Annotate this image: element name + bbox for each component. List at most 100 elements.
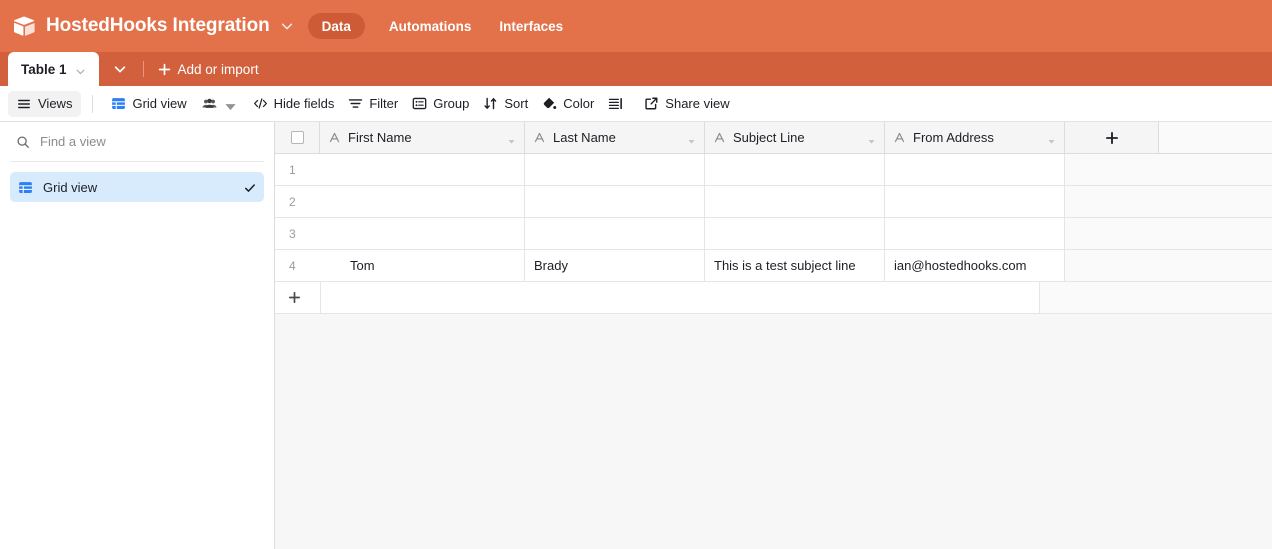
cell-first-name[interactable] <box>320 154 525 185</box>
row-tail <box>1065 250 1272 281</box>
cell-first-name[interactable] <box>320 186 525 217</box>
filter-label: Filter <box>369 96 399 111</box>
cell-from-address[interactable] <box>885 154 1065 185</box>
add-field-button[interactable] <box>1065 122 1159 153</box>
group-button[interactable]: Group <box>405 91 476 117</box>
select-all-cell[interactable] <box>275 122 320 153</box>
share-view-button[interactable]: Share view <box>637 91 736 117</box>
cell-from-address[interactable]: ian@hostedhooks.com <box>885 250 1065 281</box>
table-row[interactable]: 2 <box>275 186 1272 218</box>
sidebar-item-label: Grid view <box>43 179 98 195</box>
sort-icon <box>483 96 498 111</box>
cell-last-name[interactable]: Brady <box>525 250 705 281</box>
search-input[interactable] <box>40 134 258 149</box>
add-or-import-button[interactable]: Add or import <box>146 52 271 86</box>
text-type-icon <box>713 131 726 144</box>
chevron-down-icon[interactable] <box>280 19 294 33</box>
table-tab-label: Table 1 <box>21 61 67 77</box>
color-label: Color <box>563 96 595 111</box>
cell-subject-line[interactable] <box>705 218 885 249</box>
nav-tab-automations[interactable]: Automations <box>375 13 486 39</box>
column-header-label: Subject Line <box>733 130 805 145</box>
header-filler <box>1159 122 1272 153</box>
grid-header-row: First Name Last Name Subject Line From A… <box>275 122 1272 154</box>
add-or-import-label: Add or import <box>177 61 259 77</box>
cell-first-name[interactable] <box>320 218 525 249</box>
color-button[interactable]: Color <box>535 91 601 117</box>
add-row-strip[interactable] <box>320 282 1040 313</box>
column-header-last-name[interactable]: Last Name <box>525 122 705 153</box>
caret-down-icon[interactable] <box>507 133 516 144</box>
views-button-label: Views <box>38 96 73 111</box>
hide-fields-button[interactable]: Hide fields <box>246 91 342 117</box>
nav-tab-interfaces[interactable]: Interfaces <box>485 13 577 39</box>
cell-last-name[interactable] <box>525 154 705 185</box>
add-row-button[interactable] <box>275 282 1272 314</box>
caret-down-icon[interactable] <box>867 133 876 144</box>
cell-subject-line[interactable] <box>705 186 885 217</box>
check-icon <box>244 181 256 193</box>
checkbox-unchecked-icon[interactable] <box>290 131 304 144</box>
table-row[interactable]: 1 <box>275 154 1272 186</box>
cell-last-name[interactable] <box>525 218 705 249</box>
text-type-icon <box>893 131 906 144</box>
caret-down-icon[interactable] <box>687 133 696 144</box>
search-icon <box>16 135 30 149</box>
share-view-label: Share view <box>665 96 730 111</box>
page-title: HostedHooks Integration <box>46 15 270 36</box>
column-header-label: Last Name <box>553 130 616 145</box>
column-header-from-address[interactable]: From Address <box>885 122 1065 153</box>
sort-button[interactable]: Sort <box>476 91 535 117</box>
row-height-button[interactable] <box>601 91 630 117</box>
hide-fields-label: Hide fields <box>273 96 335 111</box>
views-button[interactable]: Views <box>8 90 82 117</box>
table-row[interactable]: 4 Tom Brady This is a test subject line … <box>275 250 1272 282</box>
cell-from-address[interactable] <box>885 186 1065 217</box>
plus-icon <box>275 282 320 313</box>
group-icon <box>412 96 427 111</box>
sidebar-item-grid-view[interactable]: Grid view <box>10 172 264 202</box>
find-view-row <box>10 122 264 162</box>
airtable-cube-icon[interactable] <box>12 14 36 38</box>
table-row[interactable]: 3 <box>275 218 1272 250</box>
group-label: Group <box>433 96 470 111</box>
row-number: 2 <box>289 194 296 209</box>
nav-tab-data[interactable]: Data <box>307 13 365 39</box>
cell-subject-line[interactable]: This is a test subject line <box>705 250 885 281</box>
column-header-first-name[interactable]: First Name <box>320 122 525 153</box>
filter-icon <box>348 96 363 111</box>
caret-down-icon[interactable] <box>1047 133 1056 144</box>
table-tab-table-1[interactable]: Table 1 <box>8 52 99 86</box>
people-icon[interactable] <box>202 96 217 111</box>
table-tab-strip: Table 1 Add or import <box>0 52 1272 86</box>
view-toolbar: Views Grid view Hide fields Filter Group… <box>0 86 1272 122</box>
row-tail <box>1065 154 1272 185</box>
toolbar-divider <box>92 94 94 113</box>
cell-last-name[interactable] <box>525 186 705 217</box>
data-grid: First Name Last Name Subject Line From A… <box>275 122 1272 549</box>
column-header-subject-line[interactable]: Subject Line <box>705 122 885 153</box>
views-sidebar: Grid view <box>0 122 275 549</box>
column-header-label: From Address <box>913 130 994 145</box>
table-list-expand-button[interactable] <box>99 52 141 86</box>
current-view-button[interactable]: Grid view <box>104 91 238 117</box>
cell-first-name[interactable]: Tom <box>320 250 525 281</box>
cell-from-address[interactable] <box>885 218 1065 249</box>
share-external-icon <box>644 96 659 111</box>
row-number: 1 <box>289 162 296 177</box>
sort-label: Sort <box>504 96 529 111</box>
row-number: 4 <box>289 258 296 273</box>
caret-down-icon[interactable] <box>223 99 236 111</box>
app-header: HostedHooks Integration Data Automations… <box>0 0 1272 52</box>
plus-icon <box>1105 131 1119 145</box>
row-tail <box>1065 186 1272 217</box>
cell-subject-line[interactable] <box>705 154 885 185</box>
strip-divider <box>142 61 144 77</box>
filter-button[interactable]: Filter <box>341 91 405 117</box>
text-type-icon <box>533 131 546 144</box>
plus-icon <box>158 63 171 76</box>
hamburger-icon <box>17 97 31 111</box>
grid-icon <box>111 96 126 111</box>
color-paint-icon <box>542 96 557 111</box>
chevron-down-icon[interactable] <box>75 64 86 75</box>
